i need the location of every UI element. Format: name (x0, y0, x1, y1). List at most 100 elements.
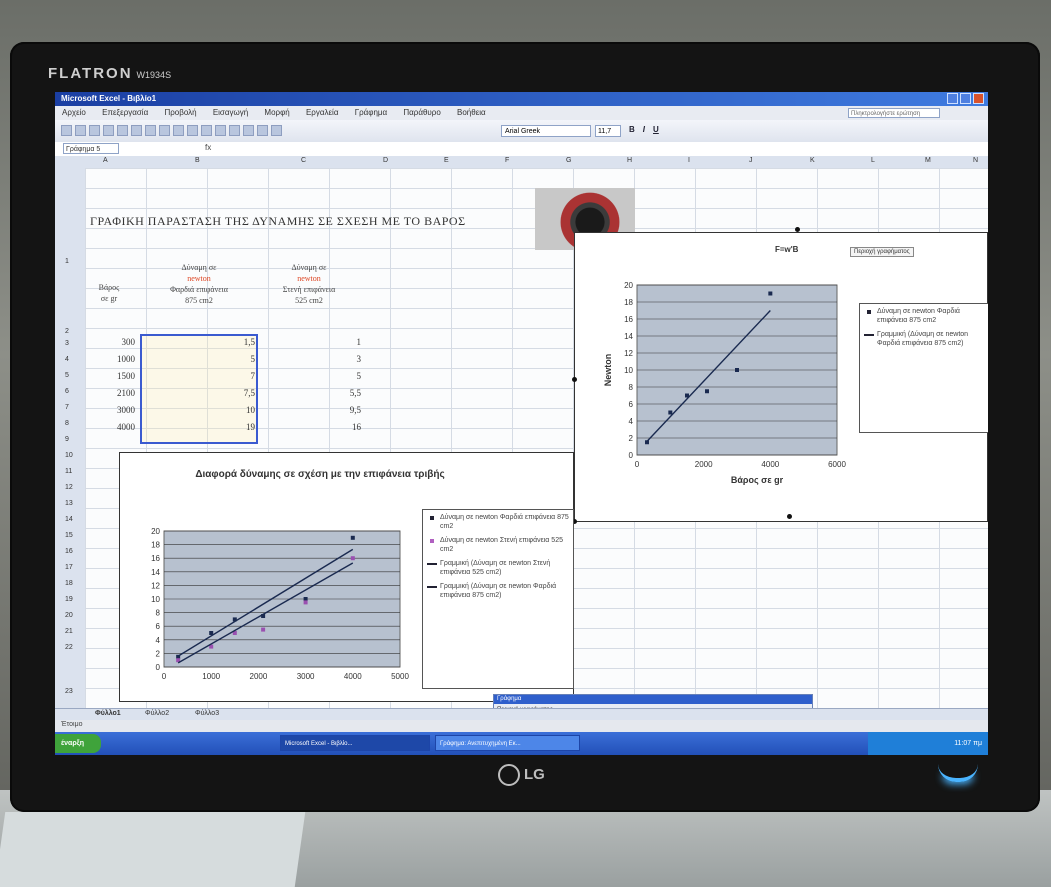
italic-button[interactable]: I (643, 125, 645, 134)
spelling-icon[interactable] (145, 125, 156, 136)
underline-button[interactable]: U (653, 125, 659, 134)
col-header[interactable]: H (627, 157, 632, 164)
redo-icon[interactable] (215, 125, 226, 136)
col-header[interactable]: B (195, 157, 200, 164)
taskbar-item-chart[interactable]: Γράφημα: Ανεπιτυχημένη Εκ... (435, 735, 580, 751)
close-icon[interactable] (973, 93, 984, 104)
save-icon[interactable] (89, 125, 100, 136)
col-header[interactable]: K (810, 157, 815, 164)
header-wide-force[interactable]: Δύναμη σε newton Φαρδιά επιφάνεια 875 cm2 (139, 262, 259, 306)
chart2-title[interactable]: Διαφορά δύναμης σε σχέση με την επιφάνει… (180, 469, 460, 480)
cut-icon[interactable] (159, 125, 170, 136)
menu-format[interactable]: Μορφή (264, 108, 289, 117)
menu-window[interactable]: Παράθυρο (403, 108, 440, 117)
cell-weight[interactable]: 1500 (91, 371, 135, 381)
sheet-tab-2[interactable]: Φύλλο2 (145, 710, 169, 717)
row-header[interactable]: 21 (65, 628, 73, 635)
menu-help[interactable]: Βοήθεια (457, 108, 486, 117)
header-narrow-force[interactable]: Δύναμη σε newton Στενή επιφάνεια 525 cm2 (259, 262, 359, 306)
minimize-icon[interactable] (947, 93, 958, 104)
row-header[interactable]: 10 (65, 452, 73, 459)
cell-narrow[interactable]: 16 (261, 422, 361, 432)
cell-weight[interactable]: 1000 (91, 354, 135, 364)
cell-wide[interactable]: 10 (141, 405, 255, 415)
row-header[interactable]: 16 (65, 548, 73, 555)
chart-force-vs-weight[interactable]: F=w'B Περιοχή γραφήματος 0 2 4 6 8 10 12 14 16 18… (574, 232, 988, 522)
menu-view[interactable]: Προβολή (164, 108, 196, 117)
row-header[interactable]: 3 (65, 340, 69, 347)
cell-weight[interactable]: 4000 (91, 422, 135, 432)
chart2-legend[interactable]: Δύναμη σε newton Φαρδιά επιφάνεια 875 cm… (422, 509, 574, 689)
sheet-tab-1[interactable]: Φύλλο1 (95, 710, 121, 717)
cell-narrow[interactable]: 5,5 (261, 388, 361, 398)
new-icon[interactable] (61, 125, 72, 136)
cell-wide[interactable]: 1,5 (141, 337, 255, 347)
email-icon[interactable] (103, 125, 114, 136)
name-box[interactable]: Γράφημα 5 (63, 143, 119, 154)
menu-insert[interactable]: Εισαγωγή (213, 108, 248, 117)
cell-weight[interactable]: 300 (91, 337, 136, 347)
chart-force-difference[interactable]: 0 2 4 6 8 10 12 14 16 18 20 0 1000 2000 3000 4000 5000 Δ… (119, 452, 574, 702)
header-weight[interactable]: Βάρος σε gr (89, 282, 129, 304)
cell-wide[interactable]: 7,5 (141, 388, 255, 398)
resize-handle[interactable] (787, 514, 792, 519)
row-header[interactable]: 19 (65, 596, 73, 603)
menu-tools[interactable]: Εργαλεία (306, 108, 338, 117)
row-header[interactable]: 8 (65, 420, 69, 427)
col-header[interactable]: D (383, 157, 388, 164)
maximize-icon[interactable] (960, 93, 971, 104)
col-header[interactable]: L (871, 157, 875, 164)
cell-narrow[interactable]: 9,5 (261, 405, 361, 415)
menu-edit[interactable]: Επεξεργασία (102, 108, 148, 117)
cell-narrow[interactable]: 5 (261, 371, 362, 381)
row-header[interactable]: 6 (65, 388, 69, 395)
chart-wizard-icon[interactable] (257, 125, 268, 136)
cell-wide[interactable]: 5 (141, 354, 256, 364)
chart1-legend[interactable]: Δύναμη σε newton Φαρδιά επιφάνεια 875 cm… (859, 303, 988, 433)
cell-narrow[interactable]: 1 (261, 337, 362, 347)
row-header[interactable]: 15 (65, 532, 73, 539)
row-header[interactable]: 11 (65, 468, 72, 475)
cell-weight[interactable]: 3000 (91, 405, 135, 415)
print-icon[interactable] (117, 125, 128, 136)
undo-icon[interactable] (201, 125, 212, 136)
help-search-input[interactable]: Πληκτρολογήστε ερώτηση (848, 108, 940, 118)
resize-handle[interactable] (795, 227, 800, 232)
sheet-title[interactable]: ΓΡΑΦΙΚΗ ΠΑΡΑΣΤΑΣΗ ΤΗΣ ΔΥΝΑΜΗΣ ΣΕ ΣΧΕΣΗ Μ… (90, 214, 466, 229)
cell-wide[interactable]: 7 (141, 371, 256, 381)
autosum-icon[interactable] (229, 125, 240, 136)
start-button[interactable]: έναρξη (55, 734, 101, 753)
font-name-select[interactable]: Arial Greek (501, 125, 591, 137)
bold-button[interactable]: B (629, 125, 635, 134)
row-header[interactable]: 1 (65, 258, 69, 265)
copy-icon[interactable] (173, 125, 184, 136)
row-header[interactable]: 23 (65, 688, 73, 695)
row-header[interactable]: 20 (65, 612, 73, 619)
col-header[interactable]: I (688, 157, 690, 164)
preview-icon[interactable] (131, 125, 142, 136)
sort-icon[interactable] (243, 125, 254, 136)
fx-icon[interactable]: fx (205, 143, 211, 152)
row-header[interactable]: 2 (65, 328, 69, 335)
sheet-tab-3[interactable]: Φύλλο3 (195, 710, 219, 717)
row-header[interactable]: 9 (65, 436, 69, 443)
cell-weight[interactable]: 2100 (91, 388, 135, 398)
row-header[interactable]: 22 (65, 644, 73, 651)
col-header[interactable]: J (749, 157, 753, 164)
row-header[interactable]: 14 (65, 516, 73, 523)
col-header[interactable]: E (444, 157, 449, 164)
menu-chart[interactable]: Γράφημα (355, 108, 387, 117)
drawing-icon[interactable] (271, 125, 282, 136)
row-header[interactable]: 5 (65, 372, 69, 379)
row-header[interactable]: 13 (65, 500, 73, 507)
menu-file[interactable]: Αρχείο (62, 108, 86, 117)
col-header[interactable]: F (505, 157, 509, 164)
row-header[interactable]: 17 (65, 564, 73, 571)
col-header[interactable]: C (301, 157, 306, 164)
cell-narrow[interactable]: 3 (261, 354, 362, 364)
col-header[interactable]: G (566, 157, 571, 164)
row-header[interactable]: 12 (65, 484, 73, 491)
col-header[interactable]: M (925, 157, 931, 164)
row-header[interactable]: 7 (65, 404, 69, 411)
row-header[interactable]: 18 (65, 580, 73, 587)
